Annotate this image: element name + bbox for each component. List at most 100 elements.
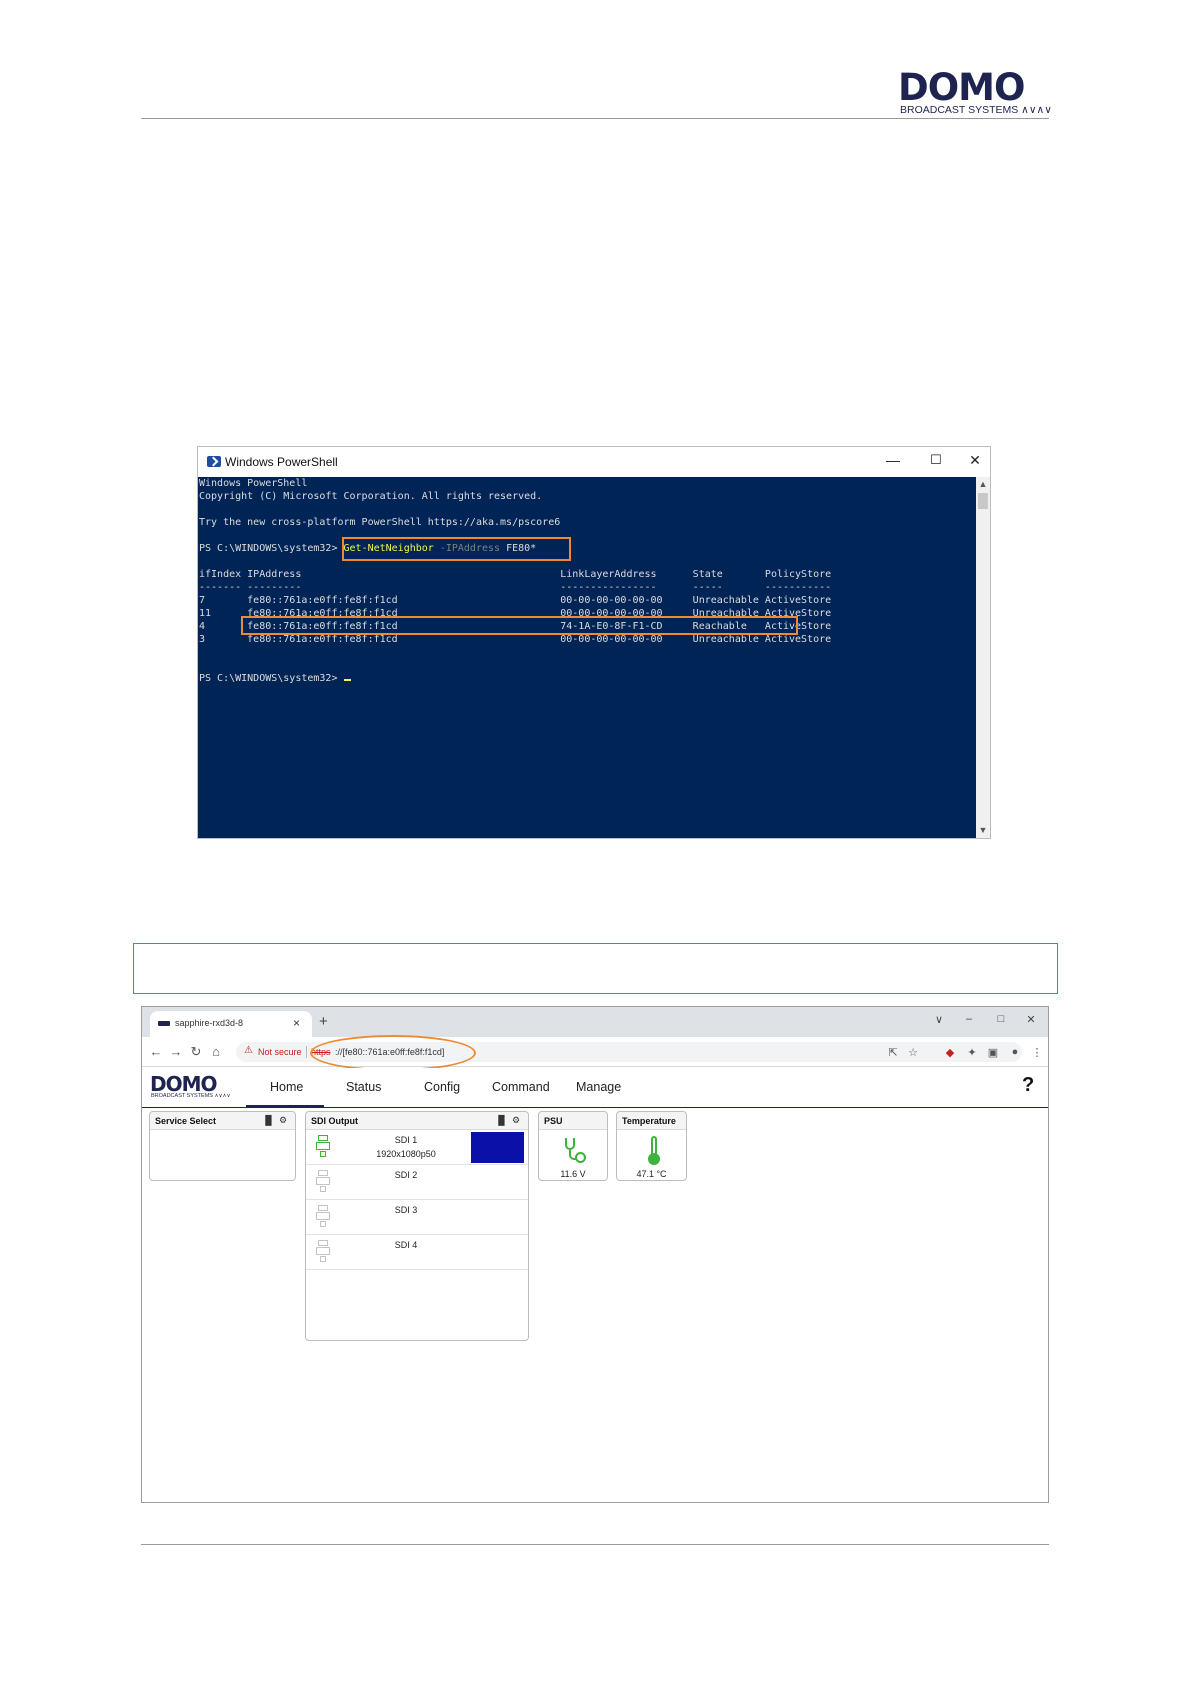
not-secure-label[interactable]: Not secure <box>258 1047 302 1057</box>
reachable-row-highlight <box>241 616 798 635</box>
powershell-title: Windows PowerShell <box>225 455 338 469</box>
console-row: 7 fe80::761a:e0ff:fe8f:f1cd 00-00-00-00-… <box>199 595 832 606</box>
console-table-header: ifIndex IPAddress LinkLayerAddress State… <box>199 569 832 580</box>
app-logo-tagline: BROADCAST SYSTEMS ∧∨∧∨ <box>151 1093 231 1099</box>
footer-divider <box>141 1544 1049 1545</box>
panel-title: PSU <box>544 1116 563 1126</box>
powershell-window: Windows PowerShell — ☐ ✕ Windows PowerSh… <box>197 446 991 839</box>
power-plug-icon <box>563 1138 587 1166</box>
temperature-panel: Temperature 47.1 °C <box>616 1111 687 1181</box>
tab-close-icon[interactable]: × <box>293 1016 300 1030</box>
back-icon[interactable]: ← <box>148 1044 164 1059</box>
home-icon[interactable]: ⌂ <box>208 1044 224 1059</box>
nav-command[interactable]: Command <box>492 1080 550 1094</box>
sdi-name: SDI 4 <box>394 1240 418 1250</box>
tab-title: sapphire-rxd3d-8 <box>175 1018 244 1028</box>
panel-title: Temperature <box>622 1116 676 1126</box>
panel-header: Temperature <box>617 1112 686 1130</box>
panel-header: SDI Output ▐▌ ⚙ <box>306 1112 528 1130</box>
new-tab-button[interactable]: + <box>319 1013 328 1030</box>
sdi-row[interactable]: SDI 3 <box>306 1200 528 1235</box>
bnc-connector-icon <box>316 1240 330 1262</box>
side-panel-icon[interactable]: ▣ <box>986 1046 1000 1059</box>
gear-icon[interactable]: ⚙ <box>279 1115 287 1126</box>
extensions-puzzle-icon[interactable]: ✦ <box>965 1046 979 1059</box>
sdi-name: SDI 1 <box>394 1135 418 1145</box>
bnc-connector-icon <box>316 1170 330 1192</box>
panel-header: PSU <box>539 1112 607 1130</box>
maximize-button[interactable]: ☐ <box>926 452 946 468</box>
sdi-output-panel: SDI Output ▐▌ ⚙ SDI 1 1920x1080p50 SDI 2… <box>305 1111 529 1341</box>
sdi-row[interactable]: SDI 2 <box>306 1165 528 1200</box>
bookmark-star-icon[interactable]: ☆ <box>906 1046 920 1059</box>
psu-panel: PSU 11.6 V <box>538 1111 608 1181</box>
scroll-down-icon[interactable]: ▼ <box>976 825 990 835</box>
minimize-button[interactable]: — <box>883 452 903 468</box>
service-select-panel: Service Select ▐▌ ⚙ <box>149 1111 296 1181</box>
active-tab-indicator <box>246 1105 324 1107</box>
address-separator <box>306 1046 307 1058</box>
browser-tab[interactable]: sapphire-rxd3d-8 × <box>150 1011 312 1037</box>
header-divider <box>141 118 1049 119</box>
extension-shield-icon[interactable]: ◆ <box>943 1046 957 1059</box>
app-logo[interactable]: DOMO BROADCAST SYSTEMS ∧∨∧∨ <box>150 1072 240 1102</box>
console-prompt-line: PS C:\WINDOWS\system32> <box>199 672 351 685</box>
nav-config[interactable]: Config <box>424 1080 460 1094</box>
panel-header: Service Select ▐▌ ⚙ <box>150 1112 295 1130</box>
scroll-thumb[interactable] <box>978 493 988 509</box>
sdi-row[interactable]: SDI 1 1920x1080p50 <box>306 1130 528 1165</box>
warning-icon[interactable]: ⚠ <box>244 1045 253 1056</box>
nav-status[interactable]: Status <box>346 1080 381 1094</box>
psu-voltage: 11.6 V <box>560 1169 586 1179</box>
bnc-connector-icon <box>316 1135 330 1157</box>
sdi-name: SDI 3 <box>394 1205 418 1215</box>
command-highlight <box>342 537 571 561</box>
app-header: DOMO BROADCAST SYSTEMS ∧∨∧∨ Home Status … <box>142 1068 1048 1108</box>
thermometer-icon <box>647 1136 661 1166</box>
console-table-dashes: ------- --------- ---------------- -----… <box>199 582 832 593</box>
sdi-row[interactable]: SDI 4 <box>306 1235 528 1270</box>
nav-manage[interactable]: Manage <box>576 1080 621 1094</box>
domo-logo: DOMO BROADCAST SYSTEMS ∧∨∧∨ <box>898 68 1052 117</box>
share-icon[interactable]: ⇱ <box>886 1046 900 1059</box>
console-banner: Windows PowerShell <box>199 478 308 489</box>
panel-title: SDI Output <box>311 1116 358 1126</box>
signal-icon[interactable]: ▐▌ <box>495 1115 508 1125</box>
profile-avatar-icon[interactable]: ● <box>1008 1046 1022 1058</box>
favicon-icon <box>158 1021 170 1026</box>
help-button[interactable]: ? <box>1022 1074 1034 1097</box>
close-button[interactable]: ✕ <box>1024 1013 1038 1026</box>
forward-icon[interactable]: → <box>168 1044 184 1059</box>
panel-title: Service Select <box>155 1116 217 1126</box>
signal-icon[interactable]: ▐▌ <box>262 1115 275 1125</box>
browser-toolbar: ← → ↻ ⌂ ⚠ Not secure https ://[fe80::761… <box>142 1037 1048 1067</box>
console-try-line: Try the new cross-platform PowerShell ht… <box>199 517 561 528</box>
browser-menu-icon[interactable]: ⋮ <box>1030 1046 1044 1059</box>
powershell-icon <box>207 456 221 467</box>
nav-home[interactable]: Home <box>270 1080 303 1094</box>
minimize-button[interactable]: – <box>962 1013 976 1025</box>
sdi-name: SDI 2 <box>394 1170 418 1180</box>
console-prompt: PS C:\WINDOWS\system32> <box>199 673 344 684</box>
note-box <box>133 943 1058 994</box>
logo-tagline: BROADCAST SYSTEMS ∧∨∧∨ <box>900 104 1052 116</box>
console-prompt: PS C:\WINDOWS\system32> <box>199 543 344 554</box>
temperature-value: 47.1 °C <box>636 1169 667 1179</box>
close-button[interactable]: ✕ <box>965 452 985 469</box>
console-copyright: Copyright (C) Microsoft Corporation. All… <box>199 491 543 502</box>
gear-icon[interactable]: ⚙ <box>512 1115 520 1126</box>
reload-icon[interactable]: ↻ <box>188 1044 204 1060</box>
tab-strip: sapphire-rxd3d-8 × + ∨ – □ ✕ <box>142 1007 1048 1037</box>
url-highlight <box>310 1035 476 1071</box>
tab-search-icon[interactable]: ∨ <box>932 1013 946 1026</box>
sdi-format: 1920x1080p50 <box>376 1149 436 1159</box>
logo-wordmark: DOMO <box>898 66 1025 109</box>
video-preview[interactable] <box>471 1132 524 1163</box>
powershell-console[interactable]: Windows PowerShell Copyright (C) Microso… <box>198 477 976 838</box>
maximize-button[interactable]: □ <box>994 1013 1008 1025</box>
scroll-up-icon[interactable]: ▲ <box>976 479 990 489</box>
browser-window: sapphire-rxd3d-8 × + ∨ – □ ✕ ← → ↻ ⌂ ⚠ N… <box>141 1006 1049 1503</box>
console-scrollbar[interactable]: ▲ ▼ <box>976 477 990 838</box>
powershell-titlebar: Windows PowerShell — ☐ ✕ <box>198 447 990 477</box>
bnc-connector-icon <box>316 1205 330 1227</box>
